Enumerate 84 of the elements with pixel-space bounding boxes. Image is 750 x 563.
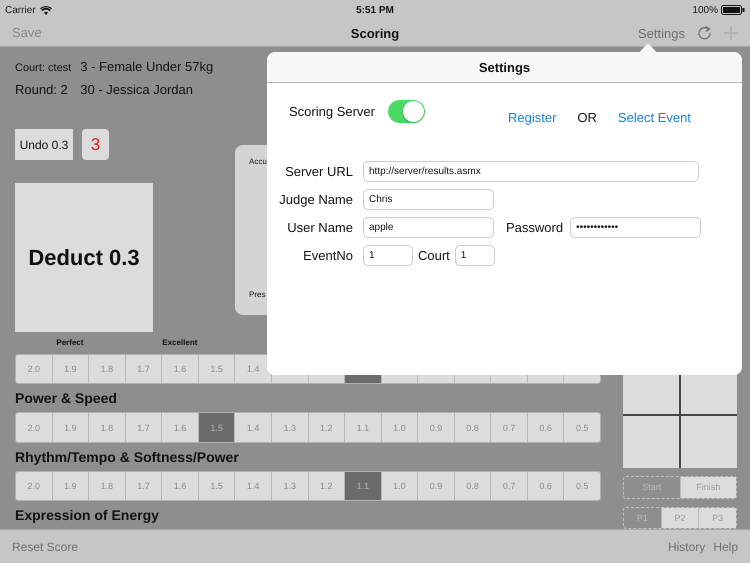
division-text: 3 - Female Under 57kg [80,58,214,76]
score-option[interactable]: 1.0 [380,472,418,500]
score-option[interactable]: 1.0 [380,413,418,442]
save-button[interactable]: Save [12,25,42,40]
deduct-button[interactable]: Deduct 0.3 [15,183,153,332]
round-label: Round: 2 [15,81,69,99]
period-button[interactable]: P3 [698,508,736,528]
section-title: Rhythm/Tempo & Softness/Power [15,448,239,465]
score-option[interactable]: 1.6 [161,354,198,384]
score-option[interactable]: 0.6 [526,413,564,442]
help-button[interactable]: Help [713,540,738,554]
panel-label: Pres [249,290,266,299]
period-button[interactable]: P2 [660,508,698,528]
court-field[interactable]: 1 [454,245,495,266]
scoring-server-label: Scoring Server [289,104,376,119]
grade-label: Perfect [56,338,84,348]
field-label: Password [506,220,564,235]
score-option[interactable]: 0.8 [454,472,490,500]
score-option[interactable]: 1.7 [124,472,162,500]
score-option[interactable]: 1.4 [234,472,271,500]
score-option[interactable]: 1.6 [161,472,198,500]
add-icon[interactable] [724,26,738,40]
score-option[interactable]: 2.0 [16,354,52,384]
field-label: EventNo [302,248,353,263]
clock-time: 5:51 PM [356,4,394,16]
score-option[interactable]: 1.4 [234,413,271,442]
carrier-label: Carrier [5,4,36,16]
timer-button[interactable]: Finish [680,477,736,498]
score-option[interactable]: 1.5 [198,472,234,500]
settings-button[interactable]: Settings [638,26,685,40]
score-option[interactable]: 1.3 [270,472,308,500]
reset-score-button[interactable]: Reset Score [12,540,78,554]
competitor-name: 30 - Jessica Jordan [80,81,194,99]
event-number-field[interactable]: 1 [363,245,413,266]
score-option[interactable]: 1.1 [344,472,381,500]
battery-icon [721,5,745,15]
score-option[interactable]: 1.5 [198,354,234,384]
score-option[interactable]: 2.0 [16,413,52,442]
court-label: Court: ctest [15,61,72,76]
history-button[interactable]: History [668,540,706,554]
score-option[interactable]: 1.5 [198,413,234,442]
score-option[interactable]: 1.9 [52,354,88,384]
score-option[interactable]: 1.1 [344,413,381,442]
refresh-icon[interactable] [697,25,712,41]
score-option[interactable]: 1.7 [124,413,162,442]
score-option[interactable]: 2.0 [16,472,52,500]
select-event-link[interactable]: Select Event [618,110,691,125]
user-name-field[interactable]: apple [363,217,494,238]
score-option[interactable]: 0.5 [563,413,600,442]
judge-name-field[interactable]: Chris [363,189,494,210]
section-title: Expression of Energy [15,507,159,524]
score-option[interactable]: 0.8 [454,413,490,442]
password-field[interactable]: •••••••••••• [570,217,702,238]
field-label: Judge Name [278,192,353,207]
score-option[interactable]: 0.7 [490,472,527,500]
grade-label: Excellent [162,338,198,348]
score-option[interactable]: 0.7 [490,413,527,442]
score-option[interactable]: 0.9 [417,472,454,500]
field-label: Court [418,248,450,263]
score-option[interactable]: 1.8 [88,413,125,442]
score-option[interactable]: 1.8 [88,354,125,384]
screen-title: Scoring [350,26,400,40]
undo-button[interactable]: Undo 0.3 [15,129,73,160]
field-label: Server URL [284,164,353,179]
score-option[interactable]: 0.6 [526,472,564,500]
field-label: User Name [286,220,353,235]
popover-title: Settings [478,60,530,74]
score-option[interactable]: 1.8 [88,472,125,500]
score-option[interactable]: 1.9 [52,472,88,500]
or-text: OR [577,110,597,125]
wifi-icon [40,6,52,14]
section-title: Power & Speed [15,390,117,406]
register-link[interactable]: Register [508,110,556,125]
deduction-count-button[interactable]: 3 [82,129,109,160]
score-option[interactable]: 1.7 [124,354,162,384]
battery-percent: 100% [692,4,718,16]
server-url-field[interactable]: http://server/results.asmx [363,161,699,182]
score-option[interactable]: 1.2 [308,413,344,442]
score-option[interactable]: 0.5 [563,472,600,500]
panel-label: Accu [249,157,267,166]
scoring-server-toggle[interactable] [388,100,425,123]
score-option[interactable]: 1.3 [270,413,308,442]
score-option[interactable]: 1.9 [52,413,88,442]
score-option[interactable]: 0.9 [417,413,454,442]
